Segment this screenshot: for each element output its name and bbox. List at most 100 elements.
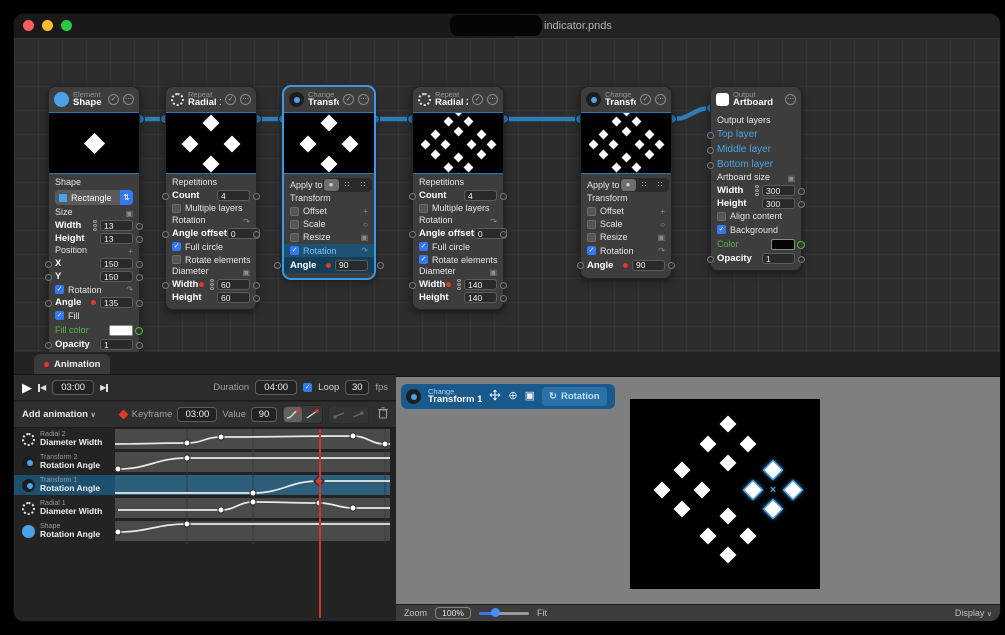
shape-type-select[interactable]: Rectangle ⇅	[55, 190, 133, 205]
keyframe-value-input[interactable]	[251, 407, 277, 422]
node-menu-icon[interactable]: ⋯	[240, 94, 251, 105]
fill-toggle-row[interactable]: ✓Fill	[55, 309, 133, 322]
link-dimensions-icon[interactable]	[455, 279, 462, 291]
track-row-transform1[interactable]: Transform 1Rotation Angle	[14, 475, 115, 495]
track-row-radial1[interactable]: Radial 1Diameter Width	[14, 498, 115, 518]
multiple-layers-toggle-row[interactable]: Multiple layers	[172, 202, 250, 215]
angle-input[interactable]	[632, 260, 665, 271]
plus-icon[interactable]: +	[128, 247, 133, 256]
node-menu-icon[interactable]: ⋯	[123, 94, 134, 105]
expand-icon[interactable]: ▣	[125, 209, 133, 218]
node-canvas[interactable]: ElementShape ✓ ⋯ Shape Rectangle ⇅ Size▣…	[14, 38, 1000, 352]
layer-top[interactable]: Top layer	[717, 127, 795, 142]
keyframe-dot[interactable]	[199, 282, 204, 287]
zoom-slider[interactable]	[479, 608, 529, 618]
node-radial2[interactable]: RepeatRadial 2 ✓ ⋯ Repetitions Count Mul…	[412, 86, 504, 310]
offset-toggle-row[interactable]: Offset+	[587, 205, 665, 218]
apply-single-icon[interactable]: ∷	[653, 179, 668, 191]
keyframe-curve-area[interactable]	[115, 429, 390, 544]
ease-out-button[interactable]	[303, 407, 321, 422]
height-input[interactable]	[100, 233, 133, 244]
ease-in-button[interactable]	[284, 407, 302, 422]
rotation-tool-active[interactable]: ↻ Rotation	[542, 387, 607, 406]
scale-toggle-row[interactable]: Scale○	[587, 218, 665, 231]
expand-icon[interactable]: ▣	[242, 268, 250, 277]
height-input[interactable]	[464, 292, 497, 303]
apply-each-icon[interactable]: ∷	[340, 179, 355, 191]
zoom-window-button[interactable]	[61, 20, 72, 31]
preview-viewport[interactable]: ChangeTransform 1 ⊕ ▣ ↻ Rotation ×	[396, 376, 1000, 604]
y-input[interactable]	[100, 271, 133, 282]
track-row-shape[interactable]: ShapeRotation Angle	[14, 521, 115, 541]
fill-color-swatch[interactable]	[109, 325, 133, 336]
resize-toggle-row[interactable]: Resize▣	[290, 231, 368, 244]
angle-offset-input[interactable]	[474, 228, 507, 239]
tab-animation[interactable]: Animation	[34, 354, 110, 374]
document-tab[interactable]: indicator.pnds	[514, 14, 1000, 38]
node-menu-icon[interactable]: ⋯	[785, 94, 796, 105]
layer-bottom[interactable]: Bottom layer	[717, 157, 795, 172]
linear-out-button[interactable]	[349, 407, 367, 422]
enable-node-icon[interactable]: ✓	[640, 94, 651, 105]
expand-icon[interactable]: ▣	[787, 174, 795, 183]
enable-node-icon[interactable]: ✓	[343, 94, 354, 105]
angle-offset-input[interactable]	[227, 228, 260, 239]
linear-in-button[interactable]	[330, 407, 348, 422]
rotate-elements-toggle-row[interactable]: Rotate elements	[172, 253, 250, 266]
track-row-radial2[interactable]: Radial 2Diameter Width	[14, 429, 115, 449]
zoom-value-input[interactable]	[435, 607, 471, 619]
link-dimensions-icon[interactable]	[208, 279, 215, 291]
angle-input[interactable]	[100, 297, 133, 308]
height-input[interactable]	[762, 198, 795, 209]
node-transform1[interactable]: ChangeTransform 1 ✓ ⋯ Apply to ● ∷ ∷ Tra…	[283, 86, 375, 279]
layer-middle[interactable]: Middle layer	[717, 142, 795, 157]
width-input[interactable]	[762, 185, 795, 196]
align-content-toggle-row[interactable]: Align content	[717, 210, 795, 223]
close-window-button[interactable]	[23, 20, 34, 31]
keyframe-dot[interactable]	[91, 300, 96, 305]
duration-input[interactable]	[255, 380, 297, 395]
artboard-preview[interactable]: ×	[630, 399, 820, 589]
track-row-transform2[interactable]: Transform 2Rotation Angle	[14, 452, 115, 472]
play-button[interactable]: ▶	[22, 381, 32, 394]
scale-tool-icon[interactable]: ⊕	[508, 391, 517, 402]
full-circle-toggle-row[interactable]: ✓Full circle	[419, 240, 497, 253]
enable-node-icon[interactable]: ✓	[472, 94, 483, 105]
resize-toggle-row[interactable]: Resize▣	[587, 231, 665, 244]
apply-to-segmented-control[interactable]: ● ∷ ∷	[323, 178, 372, 192]
add-animation-button[interactable]: Add animation ∨	[22, 409, 96, 420]
display-menu[interactable]: Display ∨	[955, 608, 992, 618]
count-input[interactable]	[464, 190, 497, 201]
background-color-swatch[interactable]	[771, 239, 795, 250]
apply-all-icon[interactable]: ●	[324, 179, 339, 191]
move-tool-icon[interactable]	[489, 389, 501, 404]
angle-input[interactable]	[335, 260, 368, 271]
background-toggle-row[interactable]: ✓Background	[717, 223, 795, 236]
node-transform2[interactable]: ChangeTransform 2 ✓ ⋯ Apply to ● ∷ ∷ Tra…	[580, 86, 672, 279]
full-circle-toggle-row[interactable]: ✓Full circle	[172, 240, 250, 253]
apply-all-icon[interactable]: ●	[621, 179, 636, 191]
fps-input[interactable]	[345, 380, 369, 395]
opacity-input[interactable]	[100, 339, 133, 350]
enable-node-icon[interactable]: ✓	[225, 94, 236, 105]
count-input[interactable]	[217, 190, 250, 201]
rotation-toggle-row[interactable]: ✓Rotation↷	[55, 283, 133, 296]
skip-to-start-button[interactable]: ◀	[38, 383, 46, 392]
node-menu-icon[interactable]: ⋯	[655, 94, 666, 105]
node-radial1[interactable]: RepeatRadial 1 ✓ ⋯ Repetitions Count Mul…	[165, 86, 257, 310]
link-dimensions-icon[interactable]	[753, 185, 760, 197]
enable-node-icon[interactable]: ✓	[108, 94, 119, 105]
keyframe-time-input[interactable]	[177, 407, 217, 422]
titlebar[interactable]: indicator.pnds	[14, 14, 1000, 38]
width-input[interactable]	[217, 279, 250, 290]
apply-single-icon[interactable]: ∷	[356, 179, 371, 191]
delete-keyframe-button[interactable]	[378, 407, 388, 422]
node-shape[interactable]: ElementShape ✓ ⋯ Shape Rectangle ⇅ Size▣…	[48, 86, 140, 370]
loop-checkbox[interactable]: ✓	[303, 383, 312, 392]
height-input[interactable]	[217, 292, 250, 303]
keyframe-dot[interactable]	[623, 263, 628, 268]
expand-icon[interactable]: ▣	[489, 268, 497, 277]
apply-to-segmented-control[interactable]: ● ∷ ∷	[620, 178, 669, 192]
minimize-window-button[interactable]	[42, 20, 53, 31]
node-artboard[interactable]: OutputArtboard ⋯ Output layers Top layer…	[710, 86, 802, 271]
